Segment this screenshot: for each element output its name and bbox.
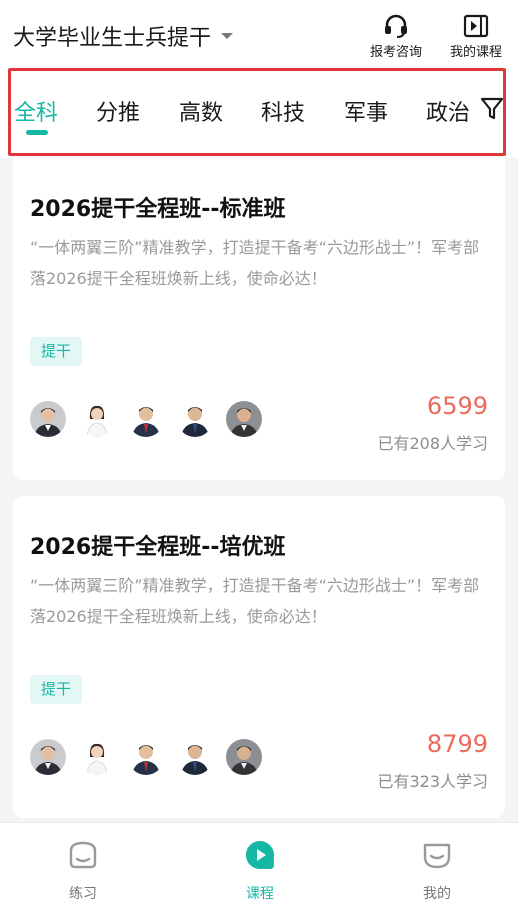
nav-practice[interactable]: 练习 — [23, 823, 143, 902]
nav-course[interactable]: 课程 — [200, 823, 320, 902]
exam-type-dropdown[interactable]: 大学毕业生士兵提干 — [13, 20, 234, 52]
tabs-highlight-box — [8, 68, 506, 156]
teacher-avatar — [177, 739, 213, 775]
course-price: 8799 — [426, 730, 488, 758]
course-play-icon — [246, 841, 274, 869]
teacher-avatar — [79, 401, 115, 437]
course-price: 6599 — [426, 392, 488, 420]
course-title: 2026提干全程班--培优班 — [30, 535, 286, 560]
consult-label: 报考咨询 — [369, 45, 422, 60]
category-tabs-bar: 全科 分推 高数 科技 军事 政治 — [0, 68, 518, 158]
video-play-icon — [463, 14, 489, 38]
teacher-avatars — [30, 739, 275, 775]
nav-mine-label: 我的 — [423, 886, 451, 902]
course-description: “一体两翼三阶”精准教学，打造提干备考“六边形战士”！军考部落2026提干全程班… — [30, 576, 480, 626]
course-tag: 提干 — [30, 675, 83, 704]
course-card[interactable]: 2026提干全程班--培优班 “一体两翼三阶”精准教学，打造提干备考“六边形战士… — [13, 496, 505, 818]
course-description: “一体两翼三阶”精准教学，打造提干备考“六边形战士”！军考部落2026提干全程班… — [30, 238, 480, 288]
teacher-avatar — [30, 739, 66, 775]
headset-icon — [385, 14, 407, 38]
practice-icon — [69, 841, 97, 869]
teacher-avatar — [79, 739, 115, 775]
consult-button[interactable]: 报考咨询 — [367, 14, 425, 60]
chevron-down-icon — [221, 33, 234, 39]
learner-count: 已有208人学习 — [377, 434, 488, 453]
profile-icon — [423, 843, 451, 869]
teacher-avatar — [177, 401, 213, 437]
teacher-avatar — [128, 739, 164, 775]
teacher-avatars — [30, 401, 275, 437]
course-title: 2026提干全程班--标准班 — [30, 197, 286, 222]
bottom-nav: 练习 课程 我的 — [0, 822, 518, 902]
teacher-avatar — [226, 739, 262, 775]
nav-practice-label: 练习 — [69, 886, 97, 902]
nav-course-label: 课程 — [246, 886, 274, 902]
teacher-avatar — [30, 401, 66, 437]
teacher-avatar — [128, 401, 164, 437]
exam-type-label: 大学毕业生士兵提干 — [13, 26, 212, 51]
learner-count: 已有323人学习 — [377, 772, 488, 791]
teacher-avatar — [226, 401, 262, 437]
my-courses-label: 我的课程 — [449, 45, 502, 60]
course-card[interactable]: 2026提干全程班--标准班 “一体两翼三阶”精准教学，打造提干备考“六边形战士… — [13, 158, 505, 480]
my-courses-button[interactable]: 我的课程 — [446, 14, 506, 60]
course-tag: 提干 — [30, 337, 83, 366]
nav-mine[interactable]: 我的 — [377, 823, 497, 902]
top-header: 大学毕业生士兵提干 报考咨询 我的课程 — [0, 0, 518, 68]
